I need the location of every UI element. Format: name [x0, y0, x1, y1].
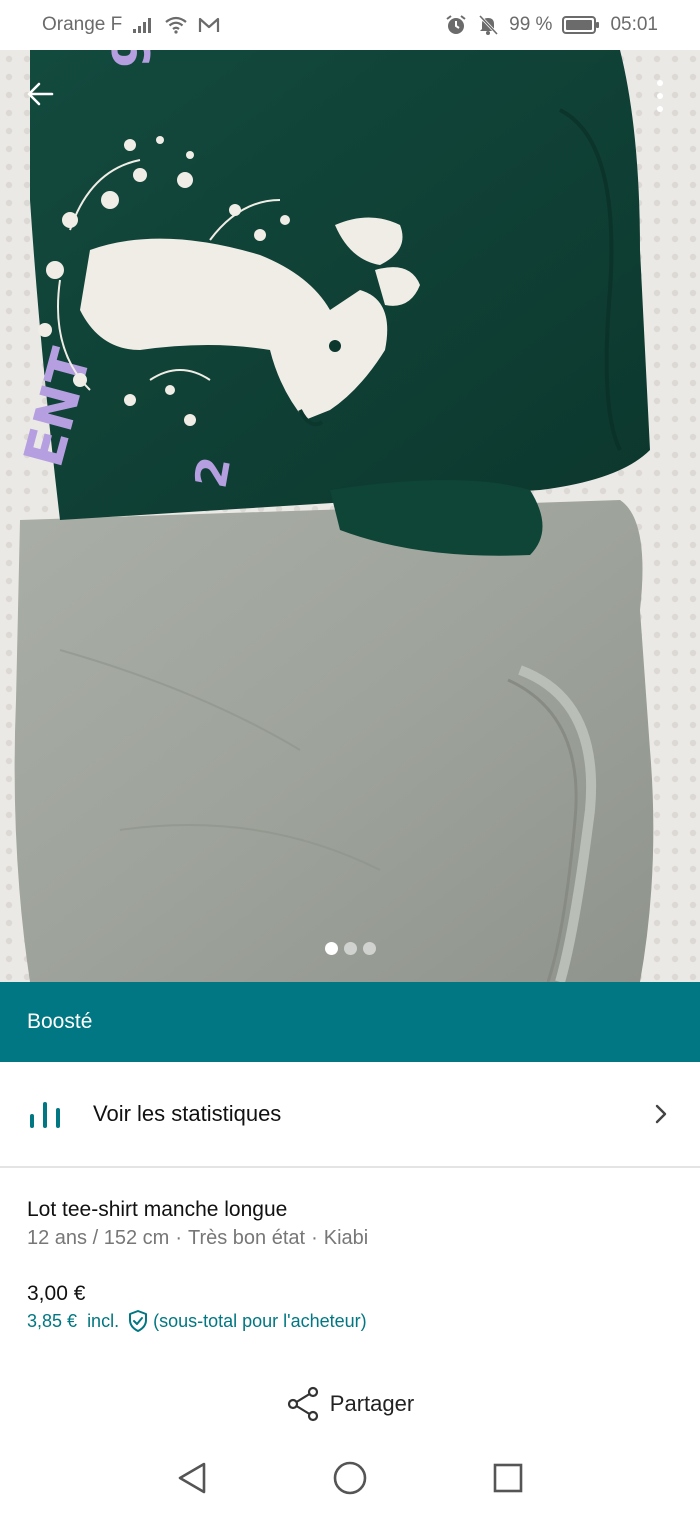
status-left: Orange F — [42, 14, 220, 36]
view-statistics-row[interactable]: Voir les statistiques — [0, 1062, 700, 1168]
price-incl-value: 3,85 € — [27, 1311, 78, 1331]
alarm-icon — [445, 14, 467, 36]
battery-percent: 99 % — [509, 14, 553, 35]
chevron-right-icon — [655, 1104, 667, 1124]
more-options-button[interactable] — [640, 72, 680, 120]
mute-icon — [477, 14, 499, 36]
system-navigation-bar — [0, 1438, 700, 1517]
item-condition: Très bon état — [187, 1227, 306, 1249]
nav-back-button[interactable] — [168, 1454, 216, 1502]
clock: 05:01 — [610, 14, 658, 35]
bar-chart-icon — [27, 1094, 67, 1134]
nav-back-icon — [178, 1462, 206, 1493]
arrow-left-icon — [27, 82, 54, 106]
buyer-protection-price[interactable]: 3,85 € incl. (sous-total pour l'acheteur… — [27, 1308, 673, 1334]
carrier-label: Orange F — [42, 14, 123, 35]
item-details: Lot tee-shirt manche longue 12 ans / 152… — [27, 1196, 673, 1334]
signal-icon — [132, 16, 154, 34]
pagination-dot[interactable] — [362, 942, 376, 955]
photo-illustration: 9 ENT 2 — [0, 50, 700, 982]
mail-icon — [198, 16, 220, 34]
separator: · — [311, 1227, 318, 1249]
photo-pagination — [0, 942, 700, 955]
item-title: Lot tee-shirt manche longue — [27, 1198, 288, 1221]
separator: · — [175, 1227, 182, 1249]
share-button[interactable]: Partager — [0, 1386, 700, 1422]
nav-recents-icon — [493, 1463, 523, 1492]
back-button[interactable] — [18, 72, 62, 116]
battery-icon — [562, 15, 600, 35]
share-label: Partager — [329, 1391, 415, 1416]
item-photo[interactable]: 9 ENT 2 — [0, 50, 700, 982]
item-size: 12 ans / 152 cm — [27, 1227, 170, 1249]
boost-banner: Boosté — [0, 982, 700, 1062]
boost-label: Boosté — [27, 1010, 93, 1033]
nav-recents-button[interactable] — [484, 1454, 532, 1502]
subtotal-note: (sous-total pour l'acheteur) — [153, 1311, 367, 1331]
shield-check-icon — [127, 1309, 149, 1333]
nav-home-button[interactable] — [326, 1454, 374, 1502]
share-icon — [287, 1386, 318, 1422]
item-attributes: 12 ans / 152 cm · Très bon état · Kiabi — [27, 1224, 673, 1252]
status-bar: Orange F 99 % 05:01 — [0, 0, 700, 50]
view-statistics-label: Voir les statistiques — [93, 1101, 282, 1126]
status-right: 99 % 05:01 — [445, 14, 658, 36]
pagination-dot[interactable] — [324, 942, 338, 955]
svg-text:9: 9 — [103, 50, 163, 68]
item-brand[interactable]: Kiabi — [324, 1227, 368, 1249]
incl-label: incl. — [87, 1311, 120, 1331]
more-vertical-icon — [657, 80, 663, 112]
nav-home-icon — [333, 1461, 367, 1494]
pagination-dot[interactable] — [343, 942, 357, 955]
item-price: 3,00 € — [27, 1282, 86, 1305]
wifi-icon — [164, 16, 188, 34]
